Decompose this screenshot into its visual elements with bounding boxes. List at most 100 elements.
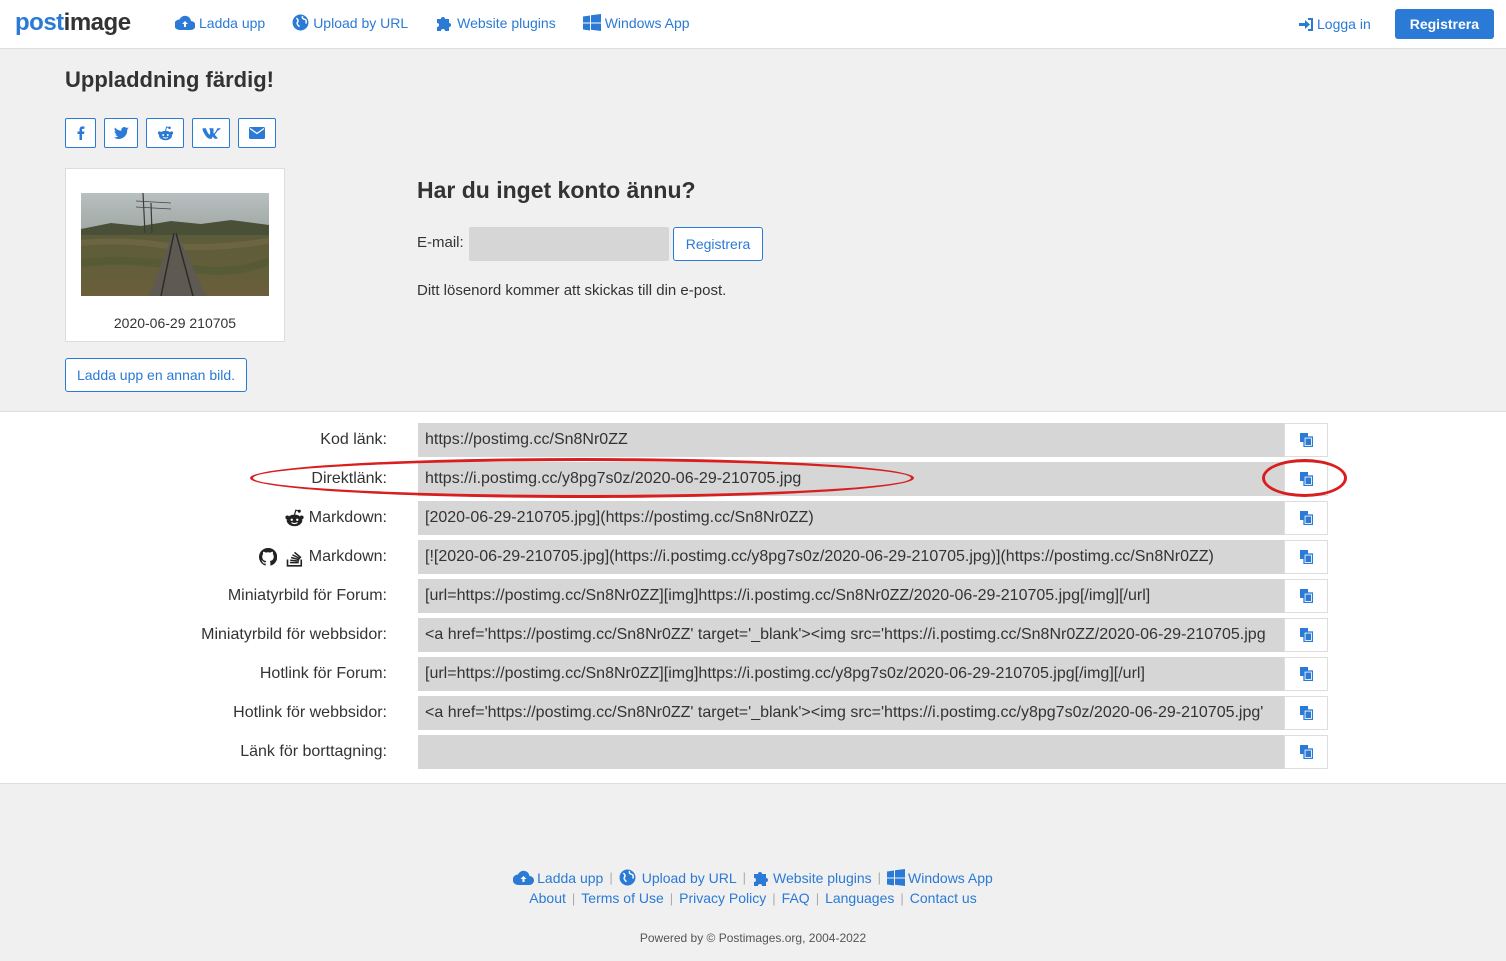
footer-terms-link[interactable]: Terms of Use	[581, 890, 663, 906]
copyright-text: Powered by © Postimages.org, 2004-2022	[639, 931, 867, 945]
link-field-hotlink-web[interactable]: <a href='https://postimg.cc/Sn8Nr0ZZ' ta…	[418, 696, 1284, 730]
copy-button[interactable]	[1284, 540, 1328, 574]
copy-button[interactable]	[1284, 618, 1328, 652]
footer-nav: Ladda upp | Upload by URL | Website plug…	[0, 869, 1506, 886]
nav-windows-link[interactable]: Windows App	[582, 14, 690, 31]
reddit-icon	[157, 125, 173, 140]
sign-in-icon	[1299, 17, 1314, 31]
login-link[interactable]: Logga in	[1299, 16, 1371, 32]
link-label: Länk för borttagning:	[240, 743, 387, 760]
footer-languages-link[interactable]: Languages	[825, 890, 894, 906]
nav-plugins-link[interactable]: Website plugins	[435, 14, 556, 31]
stackoverflow-icon	[286, 551, 302, 567]
copy-icon	[1299, 472, 1313, 486]
login-label: Logga in	[1317, 16, 1371, 32]
link-row-code: Kod länk: https://postimg.cc/Sn8Nr0ZZ	[0, 423, 1506, 457]
email-field[interactable]	[469, 227, 669, 261]
separator: |	[742, 870, 747, 885]
share-vk-button[interactable]	[192, 118, 230, 148]
share-facebook-button[interactable]	[65, 118, 96, 148]
puzzle-icon	[437, 17, 452, 31]
footer-faq-link[interactable]: FAQ	[782, 890, 810, 906]
footer-about-link[interactable]: About	[529, 890, 566, 906]
nav-upload-label: Ladda upp	[199, 14, 266, 31]
separator: |	[877, 870, 882, 885]
password-note: Ditt lösenord kommer att skickas till di…	[417, 282, 727, 299]
nav-windows-label: Windows App	[604, 14, 690, 31]
link-field-code[interactable]: https://postimg.cc/Sn8Nr0ZZ	[418, 423, 1284, 457]
copy-button[interactable]	[1284, 696, 1328, 730]
link-field-markdown-github[interactable]: [![2020-06-29-210705.jpg](https://i.post…	[418, 540, 1284, 574]
link-row-hotlink-web: Hotlink för webbsidor: <a href='https://…	[0, 696, 1506, 730]
separator: |	[815, 890, 820, 906]
share-twitter-button[interactable]	[104, 118, 138, 148]
link-field-delete[interactable]	[418, 735, 1284, 769]
copy-button[interactable]	[1284, 423, 1328, 457]
link-label: Miniatyrbild för webbsidor:	[201, 626, 387, 643]
separator: |	[669, 890, 674, 906]
footer-upload-url-link[interactable]: Upload by URL	[619, 869, 737, 886]
windows-icon	[887, 869, 906, 886]
copy-button[interactable]	[1284, 579, 1328, 613]
copy-button[interactable]	[1284, 657, 1328, 691]
copy-icon	[1299, 433, 1313, 447]
link-field-hotlink-forum[interactable]: [url=https://postimg.cc/Sn8Nr0ZZ][img]ht…	[418, 657, 1284, 691]
link-field-thumb-web[interactable]: <a href='https://postimg.cc/Sn8Nr0ZZ' ta…	[418, 618, 1284, 652]
copy-button[interactable]	[1284, 501, 1328, 535]
share-buttons	[65, 118, 276, 148]
link-field-direct[interactable]: https://i.postimg.cc/y8pg7s0z/2020-06-29…	[418, 462, 1284, 496]
footer-upload-link[interactable]: Ladda upp	[513, 870, 603, 886]
uploaded-image-card: 2020-06-29 210705	[65, 168, 285, 342]
copy-icon	[1299, 706, 1313, 720]
puzzle-icon	[754, 872, 769, 886]
link-field-markdown-reddit[interactable]: [2020-06-29-210705.jpg](https://postimg.…	[418, 501, 1284, 535]
share-reddit-button[interactable]	[146, 118, 184, 148]
copy-icon	[1299, 550, 1313, 564]
logo-text-image: image	[63, 9, 131, 36]
footer-plugins-link[interactable]: Website plugins	[752, 869, 872, 886]
link-row-thumb-web: Miniatyrbild för webbsidor: <a href='htt…	[0, 618, 1506, 652]
link-field-thumb-forum[interactable]: [url=https://postimg.cc/Sn8Nr0ZZ][img]ht…	[418, 579, 1284, 613]
footer-privacy-link[interactable]: Privacy Policy	[679, 890, 766, 906]
separator: |	[609, 870, 613, 885]
globe-icon	[619, 869, 636, 886]
footer-contact-link[interactable]: Contact us	[910, 890, 977, 906]
link-label: Direktlänk:	[311, 470, 387, 487]
link-row-thumb-forum: Miniatyrbild för Forum: [url=https://pos…	[0, 579, 1506, 613]
envelope-icon	[249, 127, 265, 139]
link-row-hotlink-forum: Hotlink för Forum: [url=https://postimg.…	[0, 657, 1506, 691]
nav-upload-url-link[interactable]: Upload by URL	[292, 14, 408, 31]
logo-text-post: post	[15, 9, 64, 36]
link-label: Markdown:	[284, 501, 387, 535]
postimage-logo[interactable]: post image	[15, 9, 131, 37]
copy-button[interactable]	[1284, 462, 1328, 496]
link-row-markdown-reddit: Markdown: [2020-06-29-210705.jpg](https:…	[0, 501, 1506, 535]
nav-upload-link[interactable]: Ladda upp	[175, 14, 265, 31]
copy-button[interactable]	[1284, 735, 1328, 769]
cloud-upload-icon	[175, 15, 195, 30]
share-links-section: Kod länk: https://postimg.cc/Sn8Nr0ZZ Di…	[0, 411, 1506, 784]
upload-another-button[interactable]: Ladda upp en annan bild.	[65, 358, 247, 392]
link-row-markdown-github: Markdown: [![2020-06-29-210705.jpg](http…	[0, 540, 1506, 574]
link-label: Miniatyrbild för Forum:	[227, 587, 387, 604]
signup-register-button[interactable]: Registrera	[673, 227, 763, 261]
link-row-direct: Direktlänk: https://i.postimg.cc/y8pg7s0…	[0, 462, 1506, 496]
email-label: E-mail:	[417, 234, 464, 251]
uploaded-image-thumbnail[interactable]	[81, 193, 269, 296]
link-label: Kod länk:	[320, 431, 387, 448]
register-nav-button[interactable]: Registrera	[1394, 9, 1494, 39]
separator: |	[571, 890, 576, 906]
facebook-icon	[77, 126, 84, 140]
link-row-delete: Länk för borttagning:	[0, 735, 1506, 769]
copy-icon	[1299, 745, 1313, 759]
share-email-button[interactable]	[238, 118, 276, 148]
footer-windows-link[interactable]: Windows App	[887, 869, 993, 886]
copy-icon	[1299, 589, 1313, 603]
vk-icon	[202, 127, 221, 139]
signup-title: Har du inget konto ännu?	[417, 177, 696, 203]
top-navbar: post image Ladda upp Upload by URL Websit…	[0, 0, 1506, 49]
nav-upload-url-label: Upload by URL	[313, 14, 409, 31]
copy-icon	[1299, 511, 1313, 525]
link-label: Markdown:	[258, 540, 387, 574]
footer-links: About | Terms of Use | Privacy Policy | …	[0, 890, 1506, 906]
